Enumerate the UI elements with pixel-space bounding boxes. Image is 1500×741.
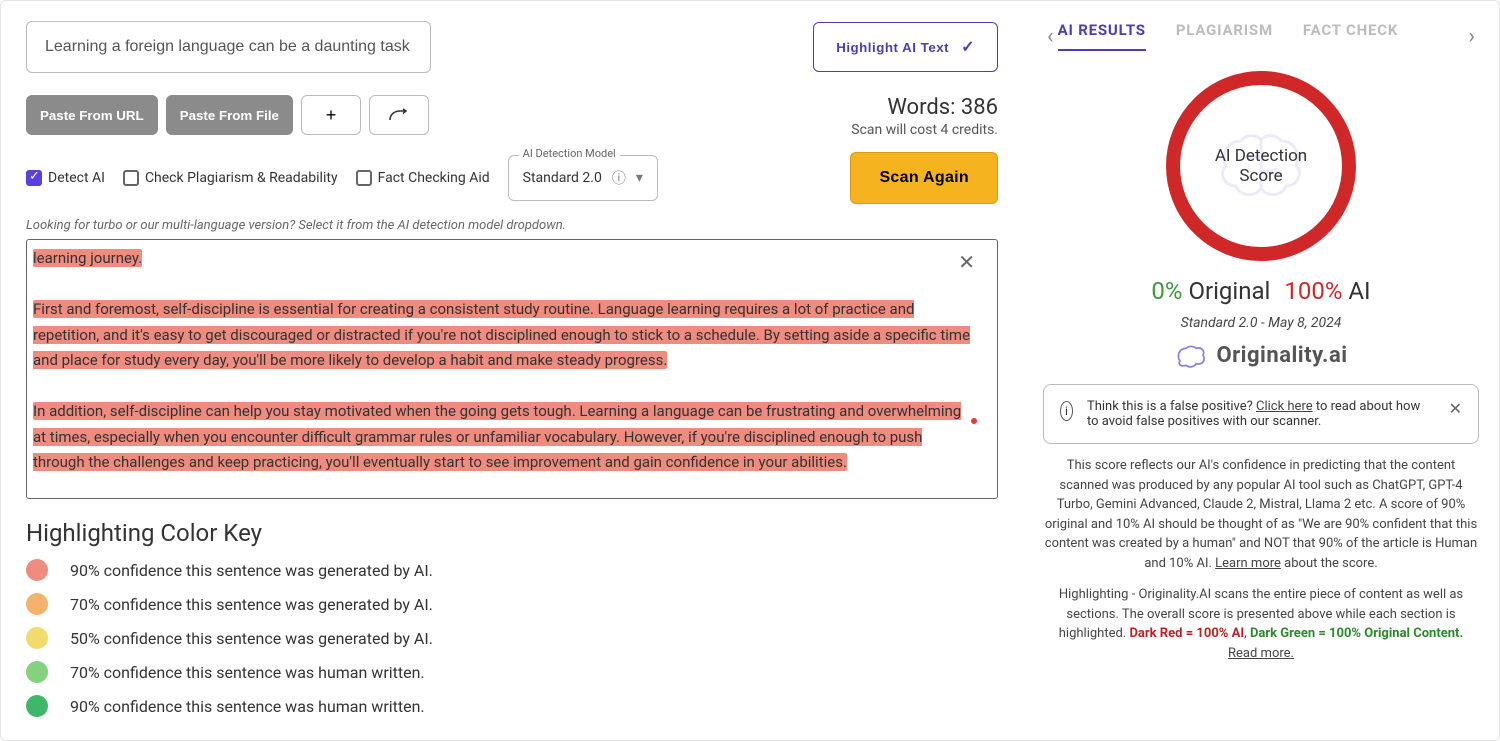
brand-label: Originality.ai — [1216, 343, 1347, 368]
score-row: 0% Original 100% AI — [1043, 277, 1479, 305]
fact-checkbox[interactable]: Fact Checking Aid — [356, 170, 490, 186]
tab-ai-results[interactable]: AI RESULTS — [1058, 21, 1146, 51]
color-key-label: 70% confidence this sentence was generat… — [70, 595, 433, 614]
toolbar-row: Paste From URL Paste From File + Words: … — [26, 95, 998, 138]
model-select-label: AI Detection Model — [519, 147, 620, 160]
checkbox-group: Detect AI Check Plagiarism & Readability… — [26, 155, 658, 201]
plagiarism-label: Check Plagiarism & Readability — [145, 170, 338, 186]
brand-icon — [1174, 344, 1208, 368]
title-row: Highlight AI Text ✓ — [26, 21, 998, 73]
desc-tail: about the score. — [1281, 556, 1378, 571]
alert-pre: Think this is a false positive? — [1087, 399, 1256, 414]
color-dot — [26, 695, 48, 717]
color-key-item: 70% confidence this sentence was generat… — [26, 593, 998, 615]
tabs-inner: AI RESULTS PLAGIARISM FACT CHECK — [1058, 21, 1465, 51]
paste-url-button[interactable]: Paste From URL — [26, 95, 158, 135]
model-hint: Looking for turbo or our multi-language … — [26, 218, 998, 233]
false-positive-alert: i Think this is a false positive? Click … — [1043, 384, 1479, 444]
color-key-label: 90% confidence this sentence was human w… — [70, 697, 425, 716]
original-pct: 0% — [1151, 277, 1182, 305]
results-tabs: ‹ AI RESULTS PLAGIARISM FACT CHECK › — [1043, 21, 1479, 51]
color-key-item: 90% confidence this sentence was generat… — [26, 559, 998, 581]
share-icon — [389, 108, 409, 122]
color-key-item: 50% confidence this sentence was generat… — [26, 627, 998, 649]
check-icon: ✓ — [961, 37, 975, 57]
color-dot — [26, 559, 48, 581]
close-icon[interactable]: ✕ — [958, 250, 975, 274]
chevron-left-icon[interactable]: ‹ — [1043, 24, 1058, 49]
color-dot — [26, 661, 48, 683]
plus-icon: + — [326, 105, 337, 126]
color-key-title: Highlighting Color Key — [26, 519, 998, 547]
brand: Originality.ai — [1043, 343, 1479, 368]
close-icon[interactable]: ✕ — [1449, 399, 1462, 418]
highlighted-text: In addition, self-discipline can help yo… — [33, 402, 961, 471]
read-more-link[interactable]: Read more. — [1228, 646, 1294, 661]
dark-green-label: Dark Green = 100% Original Content. — [1250, 626, 1463, 641]
detect-ai-label: Detect AI — [48, 170, 105, 186]
paste-file-button[interactable]: Paste From File — [166, 95, 293, 135]
title-input[interactable] — [26, 21, 431, 73]
desc-text: This score reflects our AI's confidence … — [1045, 458, 1477, 571]
info-icon: ⓘ — [612, 168, 626, 188]
alert-link[interactable]: Click here — [1256, 399, 1313, 414]
model-value: Standard 2.0 — [523, 170, 602, 186]
marker-dot — [971, 418, 977, 424]
options-row: Detect AI Check Plagiarism & Readability… — [26, 152, 998, 204]
score-circle: AI Detection Score — [1166, 71, 1356, 261]
scan-meta: Standard 2.0 - May 8, 2024 — [1043, 315, 1479, 331]
color-key-label: 70% confidence this sentence was human w… — [70, 663, 425, 682]
color-key-list: 90% confidence this sentence was generat… — [26, 559, 998, 717]
highlighting-description: Highlighting - Originality.AI scans the … — [1043, 585, 1479, 663]
learn-more-link[interactable]: Learn more — [1215, 556, 1281, 571]
color-dot — [26, 593, 48, 615]
add-button[interactable]: + — [301, 95, 361, 135]
plagiarism-checkbox[interactable]: Check Plagiarism & Readability — [123, 170, 338, 186]
fact-label: Fact Checking Aid — [378, 170, 490, 186]
color-key-label: 90% confidence this sentence was generat… — [70, 561, 433, 580]
score-title-1: AI Detection — [1215, 146, 1307, 166]
highlighted-text: First and foremost, self-discipline is e… — [33, 300, 970, 369]
original-label: Original — [1188, 277, 1270, 305]
results-panel: ‹ AI RESULTS PLAGIARISM FACT CHECK › AI … — [1023, 1, 1499, 740]
content-editor[interactable]: learning journey. First and foremost, se… — [27, 240, 997, 498]
model-select[interactable]: AI Detection Model Standard 2.0 ⓘ ▾ — [508, 155, 658, 201]
tab-plagiarism[interactable]: PLAGIARISM — [1176, 21, 1273, 51]
color-key-label: 50% confidence this sentence was generat… — [70, 629, 433, 648]
credit-cost: Scan will cost 4 credits. — [851, 122, 998, 138]
left-panel: Highlight AI Text ✓ Paste From URL Paste… — [1, 1, 1023, 740]
share-button[interactable] — [369, 95, 429, 135]
scan-again-button[interactable]: Scan Again — [850, 152, 998, 204]
score-title-2: Score — [1239, 166, 1282, 186]
info-icon: i — [1060, 401, 1073, 421]
color-key-item: 70% confidence this sentence was human w… — [26, 661, 998, 683]
cost-info: Words: 386 Scan will cost 4 credits. — [851, 95, 998, 138]
checkbox-icon — [123, 170, 139, 186]
color-key-item: 90% confidence this sentence was human w… — [26, 695, 998, 717]
paste-group: Paste From URL Paste From File + — [26, 95, 429, 135]
word-count: Words: 386 — [851, 95, 998, 120]
checkbox-icon — [356, 170, 372, 186]
chevron-down-icon: ▾ — [636, 170, 643, 186]
detect-ai-checkbox[interactable]: Detect AI — [26, 170, 105, 186]
dark-red-label: Dark Red = 100% AI — [1129, 626, 1244, 641]
highlight-label: Highlight AI Text — [836, 40, 949, 55]
tab-fact-check[interactable]: FACT CHECK — [1303, 21, 1398, 51]
highlight-ai-text-button[interactable]: Highlight AI Text ✓ — [813, 22, 998, 72]
highlighted-text: learning journey. — [33, 249, 142, 267]
alert-text: Think this is a false positive? Click he… — [1087, 399, 1435, 429]
color-dot — [26, 627, 48, 649]
app-root: Highlight AI Text ✓ Paste From URL Paste… — [0, 0, 1500, 741]
chevron-right-icon[interactable]: › — [1464, 24, 1479, 49]
checkbox-icon — [26, 170, 42, 186]
score-description: This score reflects our AI's confidence … — [1043, 456, 1479, 573]
editor-wrap: ✕ learning journey. First and foremost, … — [26, 239, 998, 499]
ai-pct: 100% — [1284, 277, 1342, 305]
ai-label: AI — [1348, 277, 1370, 305]
